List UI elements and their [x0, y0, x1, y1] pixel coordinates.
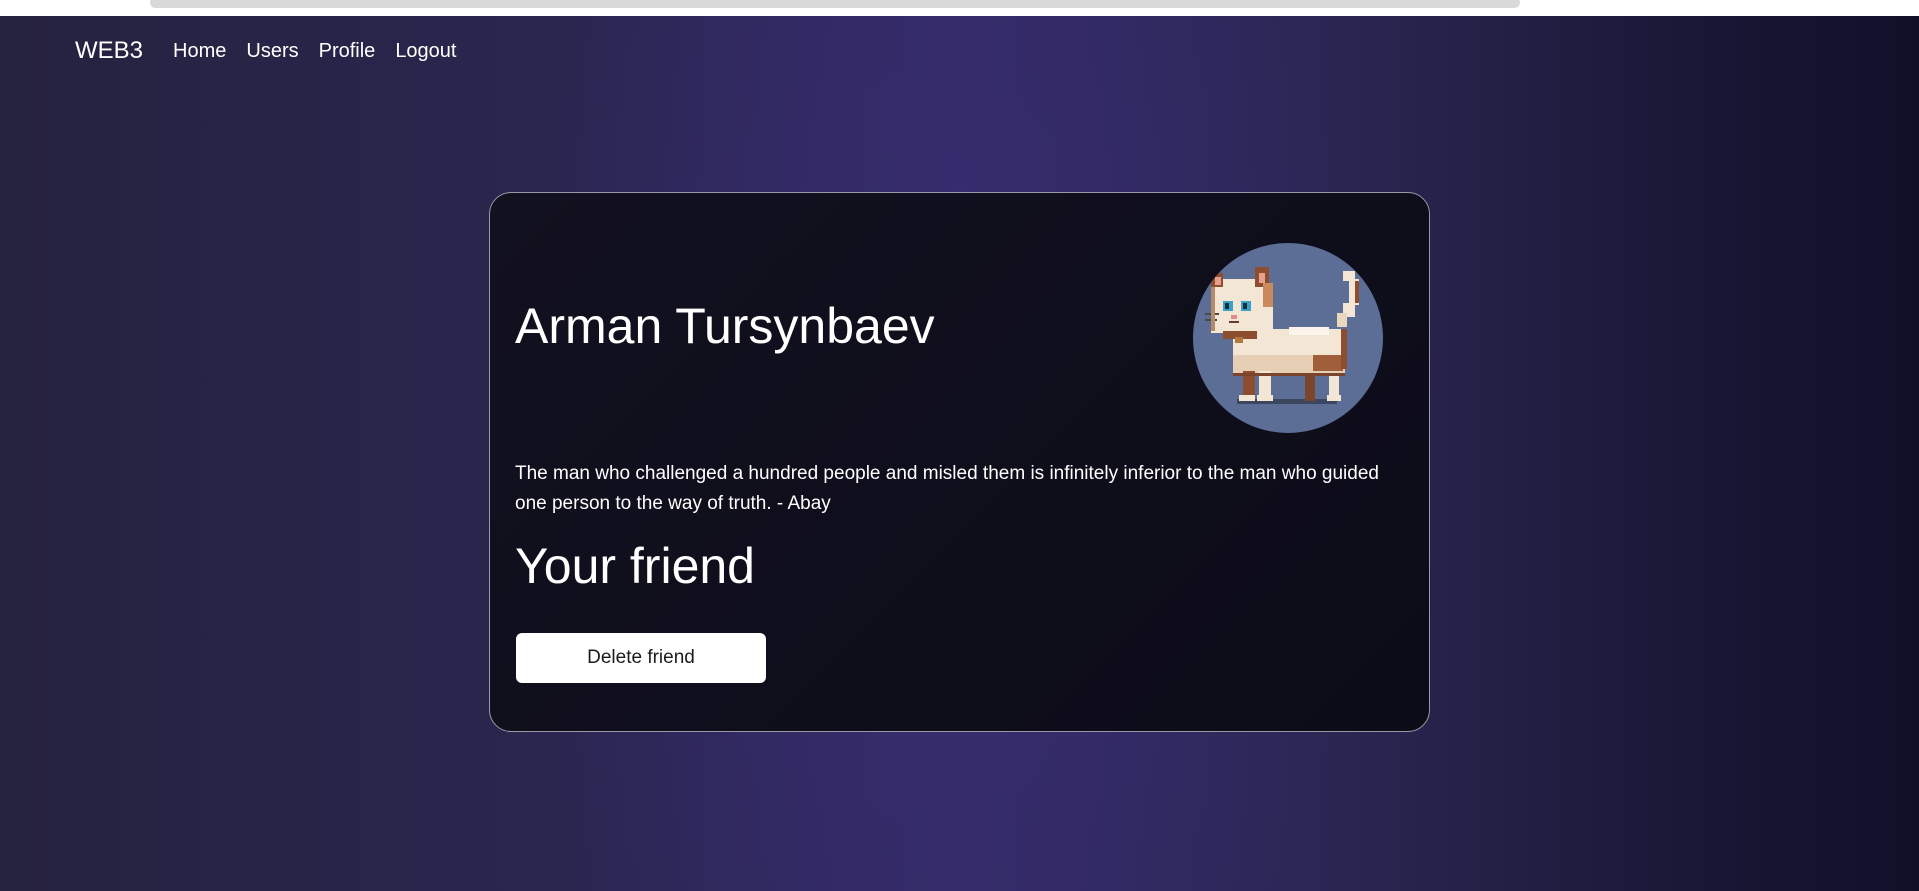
profile-card: Arman Tursynbaev The man who challenged …	[489, 192, 1430, 732]
brand-logo[interactable]: WEB3	[75, 37, 143, 65]
avatar	[1193, 243, 1383, 433]
browser-top-bar	[0, 0, 1919, 16]
delete-friend-button[interactable]: Delete friend	[516, 633, 766, 683]
friend-status-heading: Your friend	[515, 538, 755, 594]
nav-link-home[interactable]: Home	[173, 40, 226, 63]
horizontal-scrollbar[interactable]	[150, 0, 1520, 8]
pixel-cat-icon	[1205, 267, 1359, 404]
nav-link-logout[interactable]: Logout	[395, 40, 456, 63]
user-quote: The man who challenged a hundred people …	[515, 463, 1379, 514]
nav-link-profile[interactable]: Profile	[319, 40, 376, 63]
navbar: WEB3 Home Users Profile Logout	[75, 36, 476, 66]
nav-link-users[interactable]: Users	[246, 40, 298, 63]
user-name: Arman Tursynbaev	[515, 298, 935, 354]
